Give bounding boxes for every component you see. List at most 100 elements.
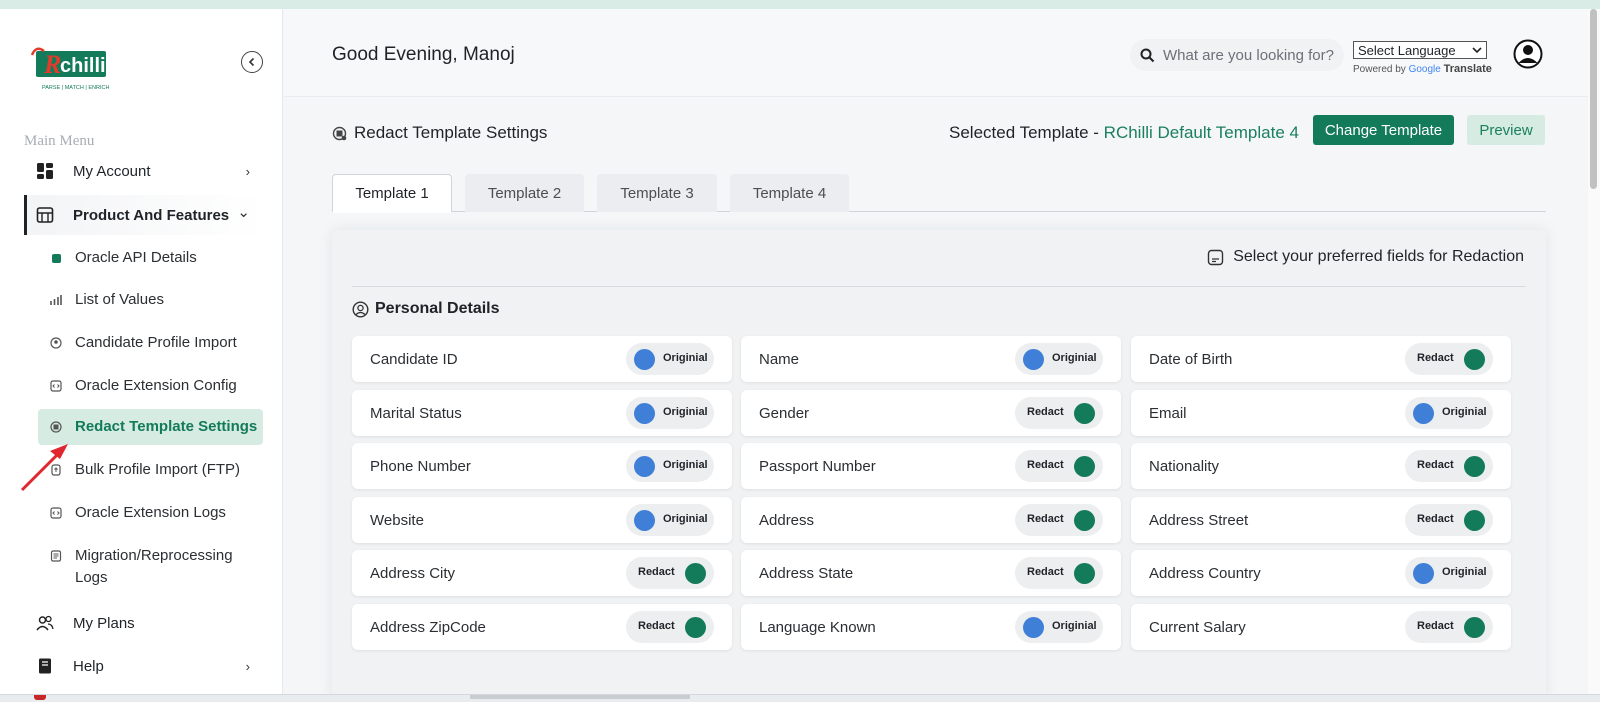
- toggle-state-label: Redact: [1027, 459, 1064, 472]
- preference-hint: Select your preferred fields for Redacti…: [1207, 248, 1524, 266]
- sidebar-subitem-oracle-extension-config[interactable]: Oracle Extension Config: [50, 375, 237, 397]
- language-widget: Select Language Powered by Google Transl…: [1353, 41, 1492, 75]
- redact-toggle[interactable]: Redact: [1405, 343, 1493, 375]
- field-label: Language Known: [759, 619, 876, 636]
- redact-toggle[interactable]: Redact: [1405, 611, 1493, 643]
- sidebar-item-label: My Plans: [73, 614, 135, 632]
- field-label: Address Country: [1149, 565, 1261, 583]
- redact-toggle[interactable]: Originial: [626, 450, 714, 483]
- top-strip: [0, 0, 1600, 9]
- redact-toggle[interactable]: Redact: [1015, 503, 1103, 536]
- redact-toggle[interactable]: Originial: [626, 396, 714, 429]
- redact-toggle[interactable]: Redact: [1015, 450, 1103, 483]
- svg-text:chilli: chilli: [60, 55, 106, 77]
- field-card: Candidate ID Originial: [352, 336, 732, 382]
- sidebar-subitem-bulk-profile-import[interactable]: Bulk Profile Import (FTP): [50, 459, 240, 481]
- field-label: Marital Status: [370, 404, 462, 422]
- redact-toggle[interactable]: Redact: [626, 611, 714, 643]
- tab-template-3[interactable]: Template 3: [597, 174, 717, 212]
- preference-text: Select your preferred fields for Redacti…: [1233, 248, 1524, 265]
- page-scrollbar[interactable]: [1588, 9, 1600, 694]
- toggle-state-label: Redact: [1417, 512, 1454, 525]
- selected-template-value: RChilli Default Template 4: [1103, 123, 1299, 142]
- search-input[interactable]: [1163, 46, 1343, 64]
- page-title-text: Redact Template Settings: [354, 123, 548, 142]
- sidebar-item-help[interactable]: Help ›: [24, 654, 264, 678]
- collapse-sidebar-button[interactable]: [241, 51, 263, 73]
- sidebar-subitem-list-of-values[interactable]: List of Values: [50, 289, 164, 311]
- toggle-knob: [685, 617, 706, 638]
- scrollbar-thumb[interactable]: [1590, 9, 1597, 189]
- sidebar-subitem-oracle-extension-logs[interactable]: Oracle Extension Logs: [50, 502, 226, 524]
- svg-text:R: R: [43, 50, 61, 79]
- selected-template: Selected Template - RChilli Default Temp…: [949, 123, 1299, 143]
- sidebar-item-my-account[interactable]: My Account ›: [24, 159, 264, 183]
- sidebar-subitem-label: Redact Template Settings: [75, 418, 258, 435]
- sidebar-item-my-plans[interactable]: My Plans: [24, 611, 264, 635]
- field-card: Marital Status Originial: [352, 389, 732, 436]
- redact-toggle[interactable]: Originial: [626, 343, 714, 375]
- chevron-right-icon: ›: [245, 658, 250, 674]
- toggle-knob: [1074, 456, 1095, 478]
- sidebar-subitem-oracle-api-details[interactable]: Oracle API Details: [50, 247, 197, 269]
- sidebar-subitem-candidate-profile-import[interactable]: Candidate Profile Import: [50, 332, 237, 354]
- chart-icon: [50, 294, 62, 306]
- toggle-knob: [1413, 402, 1434, 424]
- redact-toggle[interactable]: Originial: [1015, 343, 1103, 375]
- language-select[interactable]: Select Language: [1353, 41, 1487, 59]
- sidebar-item-product-and-features[interactable]: Product And Features ⌄: [24, 195, 264, 235]
- document-icon: [1207, 249, 1224, 265]
- sidebar-subitem-label: Migration/Reprocessing Logs: [75, 547, 233, 586]
- sidebar-item-label: My Account: [73, 162, 151, 180]
- sidebar-subitem-label: Oracle Extension Logs: [75, 504, 226, 521]
- toggle-knob: [1074, 509, 1095, 531]
- toggle-state-label: Redact: [1417, 352, 1454, 364]
- section-personal-details: Personal Details: [352, 300, 500, 318]
- code-icon: [50, 507, 62, 519]
- field-card: Passport Number Redact: [741, 443, 1121, 490]
- red-arrow-annotation: [20, 444, 68, 492]
- redact-toggle[interactable]: Originial: [626, 503, 714, 536]
- redact-toggle[interactable]: Redact: [1015, 557, 1103, 590]
- change-template-button[interactable]: Change Template: [1313, 115, 1454, 145]
- redact-toggle[interactable]: Originial: [1405, 396, 1493, 429]
- sidebar-subitem-label: List of Values: [75, 291, 164, 308]
- sidebar-subitem-label: Oracle Extension Config: [75, 377, 237, 394]
- user-avatar-icon[interactable]: [1513, 39, 1543, 69]
- toggle-state-label: Redact: [638, 566, 675, 579]
- redact-toggle[interactable]: Originial: [1405, 557, 1493, 590]
- toggle-knob: [1413, 563, 1434, 585]
- field-label: Nationality: [1149, 458, 1220, 476]
- search-box[interactable]: [1130, 39, 1344, 71]
- preview-button[interactable]: Preview: [1467, 115, 1545, 145]
- field-card: Date of Birth Redact: [1131, 336, 1511, 382]
- toggle-state-label: Redact: [638, 620, 675, 632]
- translate-link[interactable]: Translate: [1444, 63, 1492, 75]
- redact-toggle[interactable]: Redact: [1015, 396, 1103, 429]
- tab-template-2[interactable]: Template 2: [465, 174, 584, 212]
- tab-template-4[interactable]: Template 4: [730, 174, 849, 212]
- field-label: Website: [370, 511, 424, 529]
- template-tabs: Template 1 Template 2 Template 3 Templat…: [332, 174, 1546, 213]
- redact-toggle[interactable]: Redact: [626, 557, 714, 590]
- tab-template-1[interactable]: Template 1: [332, 174, 452, 213]
- toggle-knob: [1464, 509, 1485, 531]
- api-icon: [50, 252, 62, 264]
- toggle-state-label: Redact: [1027, 512, 1064, 525]
- log-icon: [50, 550, 62, 562]
- field-card: Current Salary Redact: [1131, 604, 1511, 650]
- toggle-state-label: Originial: [663, 512, 708, 525]
- field-label: Address State: [759, 565, 854, 583]
- redact-toggle[interactable]: Redact: [1405, 503, 1493, 536]
- chevron-down-icon: ⌄: [237, 204, 250, 221]
- main-content: Redact Template Settings Selected Templa…: [284, 97, 1600, 700]
- toggle-state-label: Originial: [1052, 352, 1097, 364]
- powered-by-text: Powered by: [1353, 64, 1406, 75]
- redact-toggle[interactable]: Originial: [1015, 611, 1103, 643]
- field-card: Name Originial: [741, 336, 1121, 382]
- sidebar-subitem-label: Bulk Profile Import (FTP): [75, 461, 241, 478]
- field-label: Address City: [370, 565, 456, 583]
- sidebar-subitem-migration-logs[interactable]: Migration/Reprocessing Logs: [50, 545, 250, 589]
- rchilli-logo[interactable]: R chilli PARSE | MATCH | ENRICH: [22, 41, 112, 101]
- redact-toggle[interactable]: Redact: [1405, 450, 1493, 483]
